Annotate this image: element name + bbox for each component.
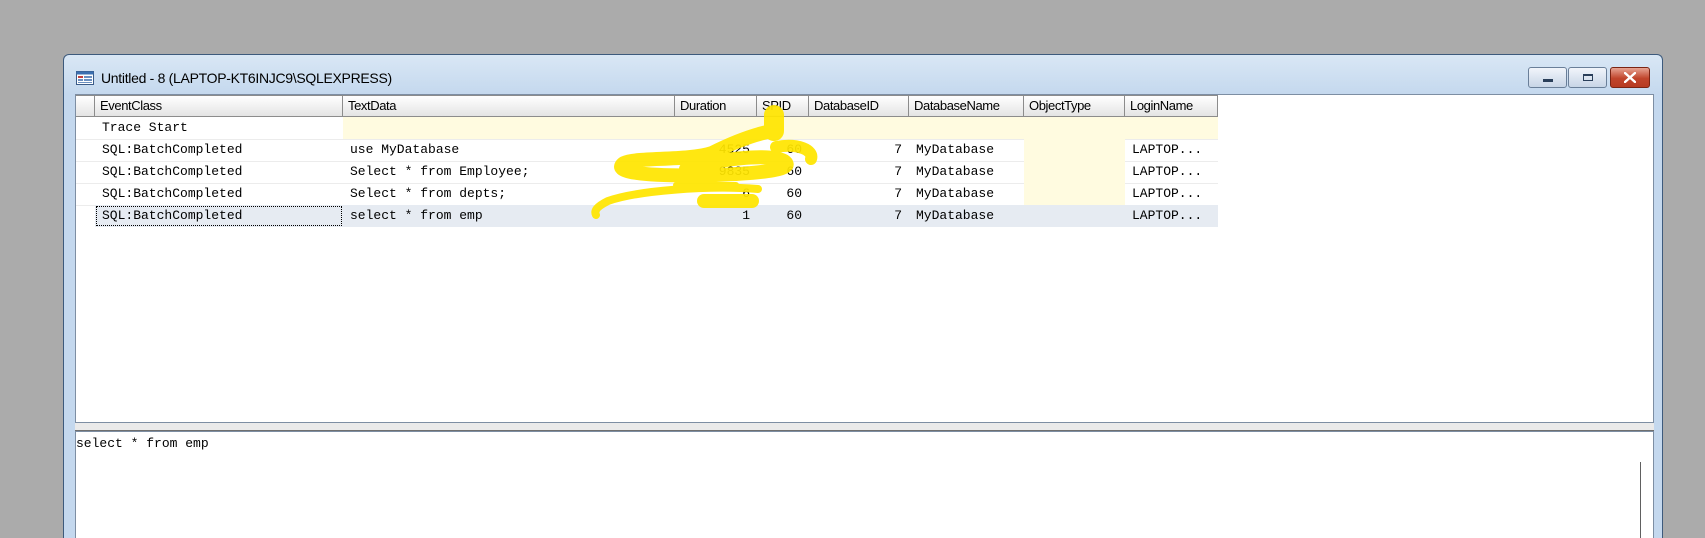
trace-app-icon [76,71,94,85]
cell-databaseid: 7 [809,205,909,227]
cell-loginname [1125,117,1218,139]
table-row[interactable]: SQL:BatchCompleted Select * from Employe… [76,161,1218,184]
cell-duration: 9835 [718,164,750,179]
cell-databasename [909,117,1024,139]
cell-textdata: select * from emp [343,205,675,227]
column-header-databaseid[interactable]: DatabaseID [809,95,909,117]
cell-eventclass: SQL:BatchCompleted [95,205,343,227]
minimize-icon [1542,79,1553,82]
cell-spid: 60 [786,186,802,201]
row-selector-header [76,95,95,117]
column-header-objecttype[interactable]: ObjectType [1024,95,1125,117]
cell-duration: 4525 [718,142,750,157]
cell-spid [757,117,809,139]
cell-textdata: Select * from Employee; [350,164,530,179]
cell-duration: 1 [675,205,757,227]
details-scrollbar[interactable] [1640,462,1641,538]
cell-databasename: MyDatabase [909,205,1024,227]
cell-databaseid: 7 [894,142,902,157]
details-text: select * from emp [76,436,209,451]
cell-loginname: LAPTOP... [1132,142,1203,157]
close-button[interactable] [1610,67,1650,88]
cell-objecttype [1024,205,1125,227]
trace-events-grid[interactable]: EventClass TextData Duration SPID Databa… [75,94,1654,423]
cell-textdata [343,117,675,139]
close-icon [1624,72,1636,83]
title-bar[interactable]: Untitled - 8 (LAPTOP-KT6INJC9\SQLEXPRESS… [64,55,1662,93]
table-row[interactable]: SQL:BatchCompleted Select * from depts; … [76,183,1218,206]
trace-window: Untitled - 8 (LAPTOP-KT6INJC9\SQLEXPRESS… [63,54,1663,538]
cell-duration: 6 [742,186,750,201]
minimize-button[interactable] [1528,67,1567,88]
table-row[interactable]: SQL:BatchCompleted use MyDatabase 4525 6… [76,139,1218,162]
cell-loginname: LAPTOP... [1125,205,1218,227]
column-header-databasename[interactable]: DatabaseName [909,95,1024,117]
table-row[interactable]: Trace Start [76,117,1218,140]
cell-objecttype [1024,183,1125,205]
cell-textdata: use MyDatabase [350,142,460,157]
cell-spid: 60 [786,164,802,179]
cell-databaseid: 7 [894,164,902,179]
cell-textdata: Select * from depts; [350,186,507,201]
cell-databasename: MyDatabase [916,164,995,179]
cell-objecttype [1024,139,1125,161]
window-title: Untitled - 8 (LAPTOP-KT6INJC9\SQLEXPRESS… [101,70,392,86]
column-header-eventclass[interactable]: EventClass [95,95,343,117]
maximize-icon [1582,74,1593,81]
cell-databaseid: 7 [894,186,902,201]
textdata-details-pane[interactable]: select * from emp [75,431,1654,538]
cell-eventclass: Trace Start [102,120,188,135]
cell-objecttype [1024,117,1125,139]
column-header-loginname[interactable]: LoginName [1125,95,1218,117]
cell-loginname: LAPTOP... [1132,164,1203,179]
column-header-spid[interactable]: SPID [757,95,809,117]
cell-loginname: LAPTOP... [1132,186,1203,201]
cell-databaseid [809,117,909,139]
cell-eventclass: SQL:BatchCompleted [102,186,243,201]
pane-splitter[interactable] [75,423,1654,431]
cell-spid: 60 [757,205,809,227]
cell-spid: 60 [786,142,802,157]
column-header-textdata[interactable]: TextData [343,95,675,117]
cell-databasename: MyDatabase [916,142,995,157]
cell-eventclass: SQL:BatchCompleted [102,164,243,179]
cell-objecttype [1024,161,1125,183]
cell-databasename: MyDatabase [916,186,995,201]
cell-duration [675,117,757,139]
table-row-selected[interactable]: SQL:BatchCompleted select * from emp 1 6… [76,205,1218,227]
cell-eventclass: SQL:BatchCompleted [102,142,243,157]
column-header-duration[interactable]: Duration [675,95,757,117]
maximize-button[interactable] [1568,67,1607,88]
